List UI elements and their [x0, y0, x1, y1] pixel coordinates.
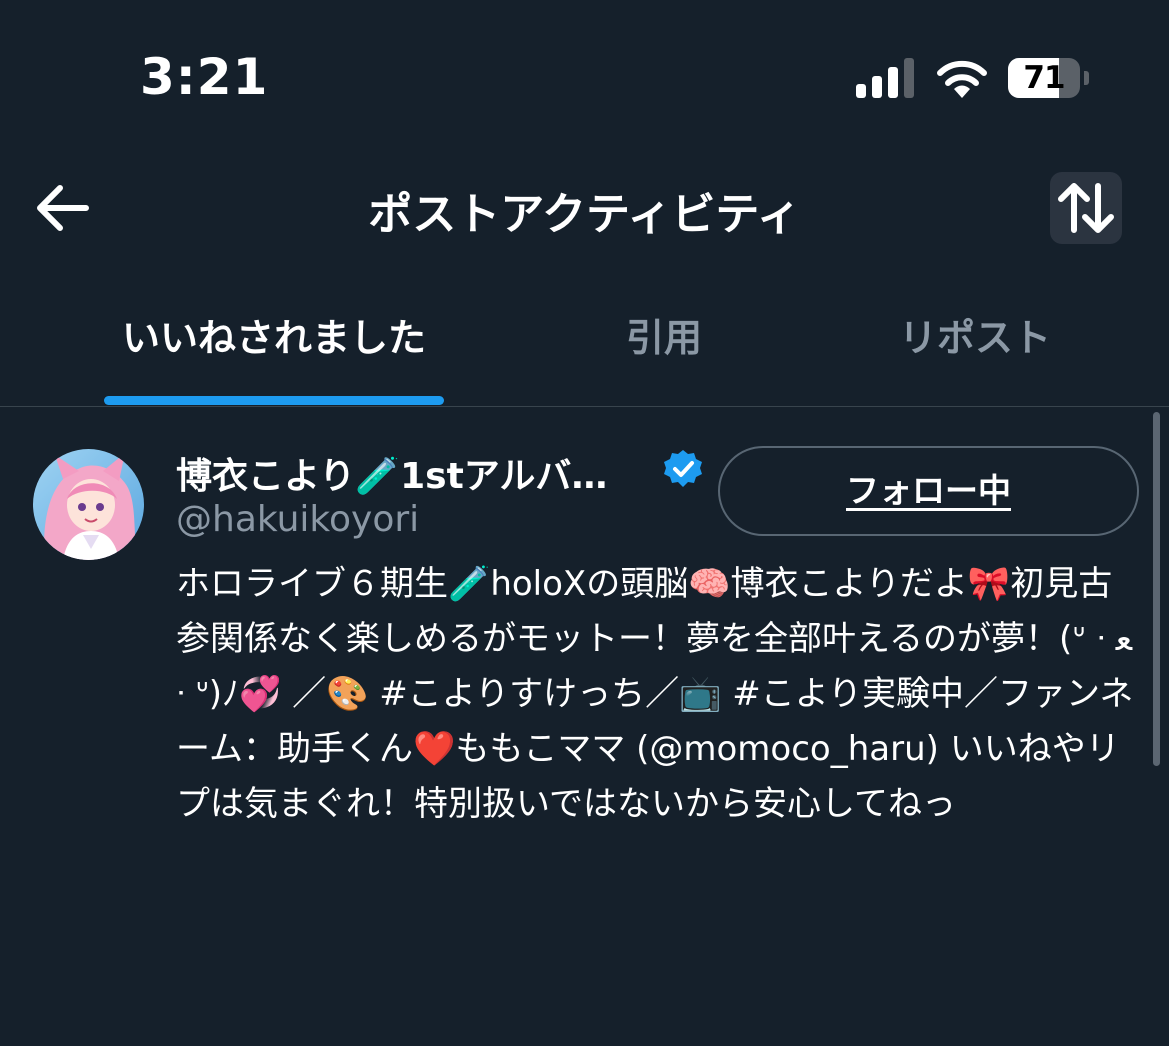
verified-badge-icon: [664, 450, 702, 487]
page-title: ポストアクティビティ: [368, 189, 801, 240]
scrollbar[interactable]: [1153, 412, 1160, 766]
status-bar: 3:21 71: [0, 0, 1169, 150]
user-bio: ホロライブ６期生🧪holoXの頭脳🧠博衣こよりだよ🎀初見古参関係なく楽しめるがモ…: [176, 564, 1134, 824]
sort-arrows-icon: [1058, 183, 1114, 233]
status-time: 3:21: [140, 48, 269, 106]
avatar[interactable]: [33, 449, 144, 560]
battery-level: 71: [1023, 60, 1065, 96]
following-button[interactable]: フォロー中: [718, 446, 1139, 536]
active-tab-indicator: [104, 396, 444, 405]
sort-button[interactable]: [1050, 172, 1122, 244]
tab-liked[interactable]: いいねされました: [104, 290, 444, 406]
cellular-signal-icon: [856, 58, 914, 98]
user-handle[interactable]: @hakuikoyori: [176, 499, 419, 540]
battery-indicator: 71: [1008, 58, 1089, 98]
display-name[interactable]: 博衣こより🧪1stアルバ…: [176, 447, 607, 499]
wifi-icon: [937, 60, 987, 98]
user-list-item[interactable]: 博衣こより🧪1stアルバ… @hakuikoyori フォロー中 ホロライブ６期…: [0, 407, 1169, 1046]
header: ポストアクティビティ: [0, 150, 1169, 270]
tab-quotes[interactable]: 引用: [584, 290, 744, 406]
tab-bar: いいねされました 引用 リポスト: [0, 290, 1169, 407]
tab-reposts[interactable]: リポスト: [880, 290, 1070, 406]
